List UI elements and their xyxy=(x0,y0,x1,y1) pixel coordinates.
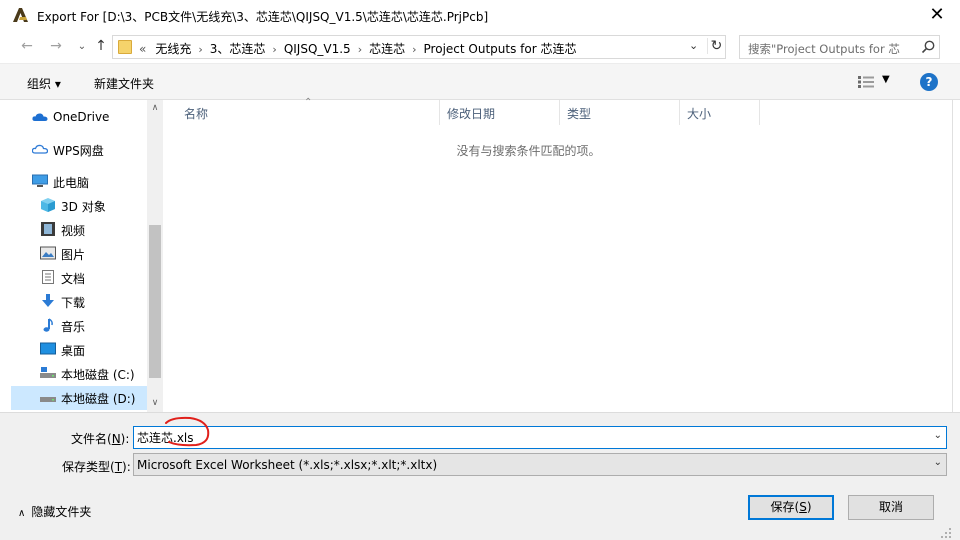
scrollbar-thumb[interactable] xyxy=(149,225,161,378)
up-button[interactable]: ↑ xyxy=(91,38,111,54)
right-edge-strip xyxy=(952,100,960,412)
view-dropdown-icon[interactable]: ▼ xyxy=(882,74,890,85)
close-button[interactable]: ✕ xyxy=(922,3,952,27)
column-header-date[interactable]: 修改日期 xyxy=(440,100,560,125)
sidebar-item-drive-c[interactable]: 本地磁盘 (C:) xyxy=(40,363,147,385)
address-row: ← → ⌄ ↑ « 无线充 › 3、芯连芯 › QIJSQ_V1.5 › 芯连芯 › Projec… xyxy=(0,31,960,63)
sidebar-item-wps-drive[interactable]: WPS网盘 xyxy=(32,139,147,161)
view-options-icon[interactable] xyxy=(858,75,874,89)
address-bar[interactable]: « 无线充 › 3、芯连芯 › QIJSQ_V1.5 › 芯连芯 › Project Output… xyxy=(112,35,726,59)
altium-app-icon xyxy=(13,8,28,22)
picture-icon xyxy=(40,246,56,260)
title-bar: Export For [D:\3、PCB文件\无线充\3、芯连芯\QIJSQ_V… xyxy=(0,0,960,31)
breadcrumb-item[interactable]: 芯连芯 xyxy=(369,42,405,56)
new-folder-button[interactable]: 新建文件夹 xyxy=(94,75,154,92)
help-icon[interactable]: ? xyxy=(920,73,938,91)
filetype-select[interactable]: Microsoft Excel Worksheet (*.xls;*.xlsx;… xyxy=(133,453,947,476)
file-list: ⌃ 名称 修改日期 类型 大小 没有与搜索条件匹配的项。 xyxy=(163,97,952,412)
chevron-right-icon: › xyxy=(412,43,417,56)
empty-folder-message: 没有与搜索条件匹配的项。 xyxy=(456,144,601,158)
save-form: 文件名(N): ⌄ 保存类型(T): Microsoft Excel Works… xyxy=(0,412,960,540)
document-icon xyxy=(42,270,54,284)
scroll-down-icon[interactable]: ∨ xyxy=(149,398,161,408)
video-icon xyxy=(41,222,55,236)
cloud-outline-icon xyxy=(32,144,48,154)
breadcrumb-item[interactable]: Project Outputs for 芯连芯 xyxy=(424,42,577,56)
window-title: Export For [D:\3、PCB文件\无线充\3、芯连芯\QIJSQ_V… xyxy=(37,10,489,24)
forward-button[interactable]: → xyxy=(46,38,66,54)
sidebar-item-desktop[interactable]: 桌面 xyxy=(40,339,147,361)
sidebar-item-documents[interactable]: 文档 xyxy=(40,267,147,289)
recent-locations-button[interactable]: ⌄ xyxy=(72,41,92,52)
breadcrumb: « 无线充 › 3、芯连芯 › QIJSQ_V1.5 › 芯连芯 › Project Output… xyxy=(139,40,576,57)
sidebar-item-videos[interactable]: 视频 xyxy=(40,219,147,241)
chevron-right-icon: › xyxy=(357,43,363,56)
sidebar-item-downloads[interactable]: 下载 xyxy=(40,291,147,313)
filetype-label: 保存类型(T): xyxy=(62,460,131,474)
breadcrumb-overflow[interactable]: « xyxy=(139,42,146,56)
save-button[interactable]: 保存(S) xyxy=(748,495,834,520)
download-icon xyxy=(42,294,54,307)
resize-grip-icon[interactable] xyxy=(940,527,952,539)
music-icon xyxy=(43,318,53,332)
breadcrumb-item[interactable]: 无线充 xyxy=(155,42,191,56)
save-dialog: Export For [D:\3、PCB文件\无线充\3、芯连芯\QIJSQ_V… xyxy=(0,0,960,540)
chevron-up-icon: ∧ xyxy=(18,508,26,519)
chevron-down-icon[interactable]: ⌄ xyxy=(934,457,942,468)
organize-button[interactable]: 组织 ▾ xyxy=(27,75,61,92)
hide-folders-toggle[interactable]: ∧ 隐藏文件夹 xyxy=(18,503,91,520)
breadcrumb-item[interactable]: QIJSQ_V1.5 xyxy=(284,42,351,56)
cancel-button[interactable]: 取消 xyxy=(848,495,934,520)
search-icon[interactable] xyxy=(920,39,936,55)
chevron-right-icon: › xyxy=(198,43,203,56)
sidebar-item-pictures[interactable]: 图片 xyxy=(40,243,147,265)
sidebar-item-drive-d[interactable]: 本地磁盘 (D:) xyxy=(11,386,147,410)
filename-label: 文件名(N): xyxy=(71,432,130,446)
column-header-type[interactable]: 类型 xyxy=(560,100,680,125)
chevron-right-icon: › xyxy=(272,43,277,56)
nav-scrollbar[interactable]: ∧ ∨ xyxy=(147,100,163,412)
scroll-up-icon[interactable]: ∧ xyxy=(149,103,161,113)
search-placeholder: 搜索"Project Outputs for 芯 xyxy=(748,42,900,56)
sidebar-item-onedrive[interactable]: OneDrive xyxy=(32,107,147,129)
drive-icon xyxy=(40,397,56,402)
computer-icon xyxy=(32,174,48,187)
search-box[interactable]: 搜索"Project Outputs for 芯 xyxy=(739,35,940,59)
column-header-name[interactable]: 名称 xyxy=(177,100,440,125)
cloud-icon xyxy=(32,113,48,121)
folder-icon xyxy=(118,40,132,54)
drive-icon xyxy=(40,367,56,378)
address-dropdown-button[interactable]: ⌄ xyxy=(689,39,698,52)
breadcrumb-item[interactable]: 3、芯连芯 xyxy=(210,42,266,56)
sidebar-item-this-pc[interactable]: 此电脑 xyxy=(32,171,147,193)
filetype-value: Microsoft Excel Worksheet (*.xls;*.xlsx;… xyxy=(137,458,438,472)
navigation-pane: OneDrive WPS网盘 此电脑 3D 对象 视频 图片 文档 下载 音乐 … xyxy=(0,100,163,412)
filename-input[interactable] xyxy=(137,429,917,446)
hide-folders-label: 隐藏文件夹 xyxy=(31,505,92,519)
desktop-icon xyxy=(40,342,56,355)
refresh-button[interactable]: ↻ xyxy=(707,38,725,54)
chevron-down-icon[interactable]: ⌄ xyxy=(934,430,942,441)
column-header-size[interactable]: 大小 xyxy=(680,100,760,125)
command-bar: 组织 ▾ 新建文件夹 ▼ ? xyxy=(0,63,960,100)
sidebar-item-3d-objects[interactable]: 3D 对象 xyxy=(40,195,147,217)
cube-icon xyxy=(41,198,55,212)
sidebar-item-music[interactable]: 音乐 xyxy=(40,315,147,337)
filename-field[interactable]: ⌄ xyxy=(133,426,947,449)
back-button[interactable]: ← xyxy=(17,38,37,54)
